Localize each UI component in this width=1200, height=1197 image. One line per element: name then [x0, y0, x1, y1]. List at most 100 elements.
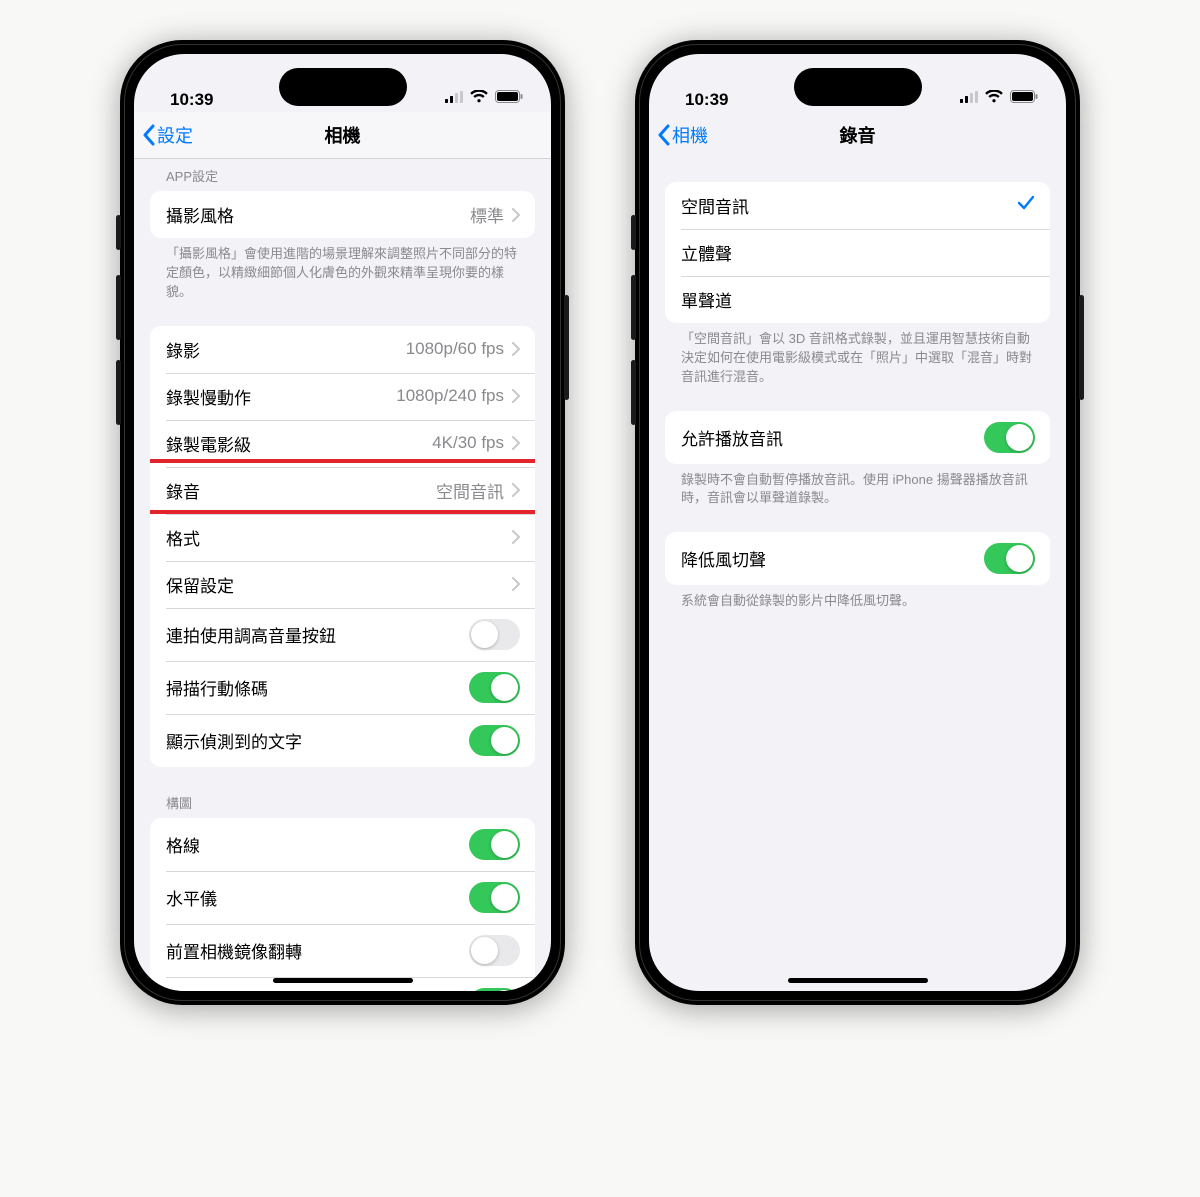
chevron-left-icon — [142, 124, 155, 146]
list-wind-reduction: 降低風切聲 — [665, 532, 1050, 585]
row-wind-reduction: 降低風切聲 — [665, 532, 1050, 585]
switch-allow-playback[interactable] — [984, 422, 1035, 453]
row-label: 錄音 — [166, 478, 200, 503]
row-label: 單聲道 — [681, 287, 732, 312]
section-footer-options: 「空間音訊」會以 3D 音訊格式錄製，並且運用智慧技術自動決定如何在使用電影級模… — [649, 323, 1066, 397]
nav-title: 相機 — [325, 122, 361, 148]
list-app-settings: 攝影風格 標準 — [150, 191, 535, 238]
nav-back-button[interactable]: 設定 — [142, 112, 193, 158]
row-photographic-style[interactable]: 攝影風格 標準 — [150, 191, 535, 238]
status-time: 10:39 — [685, 90, 728, 110]
row-label: 格式 — [166, 525, 200, 550]
side-button — [631, 215, 636, 250]
screen-right: 10:39 相機 錄音 空間音訊 立體聲 — [649, 54, 1066, 991]
row-cinematic[interactable]: 錄製電影級 4K/30 fps — [150, 420, 535, 467]
section-footer-playback: 錄製時不會自動暫停播放音訊。使用 iPhone 揚聲器播放音訊時，音訊會以單聲道… — [649, 464, 1066, 519]
section-footer-wind: 系統會自動從錄製的影片中降低風切聲。 — [649, 585, 1066, 621]
row-value: 4K/30 fps — [432, 433, 504, 453]
row-spatial-audio[interactable]: 空間音訊 — [665, 182, 1050, 229]
list-composition: 格線 水平儀 前置相機鏡像翻轉 檢視觀景窗外區域 — [150, 818, 535, 991]
list-recording: 錄影 1080p/60 fps 錄製慢動作 1080p/240 fps 錄製電影… — [150, 326, 535, 767]
switch-detect-text[interactable] — [469, 725, 520, 756]
phone-frame-right: 10:39 相機 錄音 空間音訊 立體聲 — [635, 40, 1080, 1005]
row-value: 空間音訊 — [436, 478, 504, 503]
row-slomo[interactable]: 錄製慢動作 1080p/240 fps — [150, 373, 535, 420]
row-format[interactable]: 格式 — [150, 514, 535, 561]
nav-title: 錄音 — [840, 122, 876, 148]
row-value: 1080p/240 fps — [396, 386, 504, 406]
row-label: 水平儀 — [166, 885, 217, 910]
wifi-icon — [985, 88, 1003, 108]
switch-burst[interactable] — [469, 619, 520, 650]
row-label: 錄製電影級 — [166, 431, 251, 456]
nav-bar: 設定 相機 — [134, 112, 551, 159]
row-label: 保留設定 — [166, 572, 234, 597]
nav-bar: 相機 錄音 — [649, 112, 1066, 158]
row-label: 立體聲 — [681, 240, 732, 265]
section-header-composition: 構圖 — [134, 767, 551, 818]
nav-back-label: 相機 — [672, 122, 708, 148]
chevron-left-icon — [657, 124, 670, 146]
side-button — [564, 295, 569, 400]
row-audio-recording[interactable]: 錄音 空間音訊 — [150, 467, 535, 514]
row-record-video[interactable]: 錄影 1080p/60 fps — [150, 326, 535, 373]
section-header-app: APP設定 — [134, 156, 551, 191]
switch-qr[interactable] — [469, 672, 520, 703]
row-preserve-settings[interactable]: 保留設定 — [150, 561, 535, 608]
side-button — [116, 275, 121, 340]
list-allow-playback: 允許播放音訊 — [665, 411, 1050, 464]
list-audio-options: 空間音訊 立體聲 單聲道 — [665, 182, 1050, 323]
row-level: 水平儀 — [150, 871, 535, 924]
row-burst-volume-up: 連拍使用調高音量按鈕 — [150, 608, 535, 661]
nav-back-label: 設定 — [157, 122, 193, 148]
row-grid: 格線 — [150, 818, 535, 871]
row-detect-text: 顯示偵測到的文字 — [150, 714, 535, 767]
chevron-right-icon — [512, 342, 520, 356]
row-label: 空間音訊 — [681, 193, 749, 218]
home-indicator[interactable] — [788, 978, 928, 983]
row-mirror-front: 前置相機鏡像翻轉 — [150, 924, 535, 977]
side-button — [1079, 295, 1084, 400]
row-scan-qr: 掃描行動條碼 — [150, 661, 535, 714]
switch-mirror[interactable] — [469, 935, 520, 966]
chevron-right-icon — [512, 577, 520, 591]
row-allow-playback: 允許播放音訊 — [665, 411, 1050, 464]
row-value: 標準 — [470, 202, 504, 227]
switch-outside-frame[interactable] — [469, 988, 520, 991]
row-label: 前置相機鏡像翻轉 — [166, 938, 302, 963]
nav-back-button[interactable]: 相機 — [657, 112, 708, 158]
switch-wind-reduction[interactable] — [984, 543, 1035, 574]
checkmark-icon — [1017, 195, 1035, 216]
section-footer-app: 「攝影風格」會使用進階的場景理解來調整照片不同部分的特定顏色，以精緻細節個人化膚… — [134, 238, 551, 312]
chevron-right-icon — [512, 436, 520, 450]
row-label: 錄製慢動作 — [166, 384, 251, 409]
home-indicator[interactable] — [273, 978, 413, 983]
switch-grid[interactable] — [469, 829, 520, 860]
settings-content[interactable]: APP設定 攝影風格 標準 「攝影風格」會使用進階的場景理解來調整照片不同部分的… — [134, 156, 551, 991]
status-time: 10:39 — [170, 90, 213, 110]
row-mono[interactable]: 單聲道 — [665, 276, 1050, 323]
battery-icon — [1010, 88, 1038, 108]
row-value: 1080p/60 fps — [406, 339, 504, 359]
chevron-right-icon — [512, 530, 520, 544]
row-label: 攝影風格 — [166, 202, 234, 227]
chevron-right-icon — [512, 483, 520, 497]
row-label: 掃描行動條碼 — [166, 675, 268, 700]
row-label: 降低風切聲 — [681, 546, 766, 571]
side-button — [631, 360, 636, 425]
row-label: 顯示偵測到的文字 — [166, 728, 302, 753]
settings-content[interactable]: 空間音訊 立體聲 單聲道 「空間音訊」會以 3D 音訊格式錄製，並且運用智慧技術… — [649, 156, 1066, 991]
row-label: 允許播放音訊 — [681, 425, 783, 450]
dynamic-island — [279, 68, 407, 106]
dynamic-island — [794, 68, 922, 106]
side-button — [116, 215, 121, 250]
battery-icon — [495, 88, 523, 108]
switch-level[interactable] — [469, 882, 520, 913]
row-label: 格線 — [166, 832, 200, 857]
cellular-icon — [960, 88, 978, 108]
row-label: 連拍使用調高音量按鈕 — [166, 622, 336, 647]
phone-frame-left: 10:39 設定 相機 APP設定 攝影風格 標準 — [120, 40, 565, 1005]
row-stereo[interactable]: 立體聲 — [665, 229, 1050, 276]
chevron-right-icon — [512, 208, 520, 222]
wifi-icon — [470, 88, 488, 108]
